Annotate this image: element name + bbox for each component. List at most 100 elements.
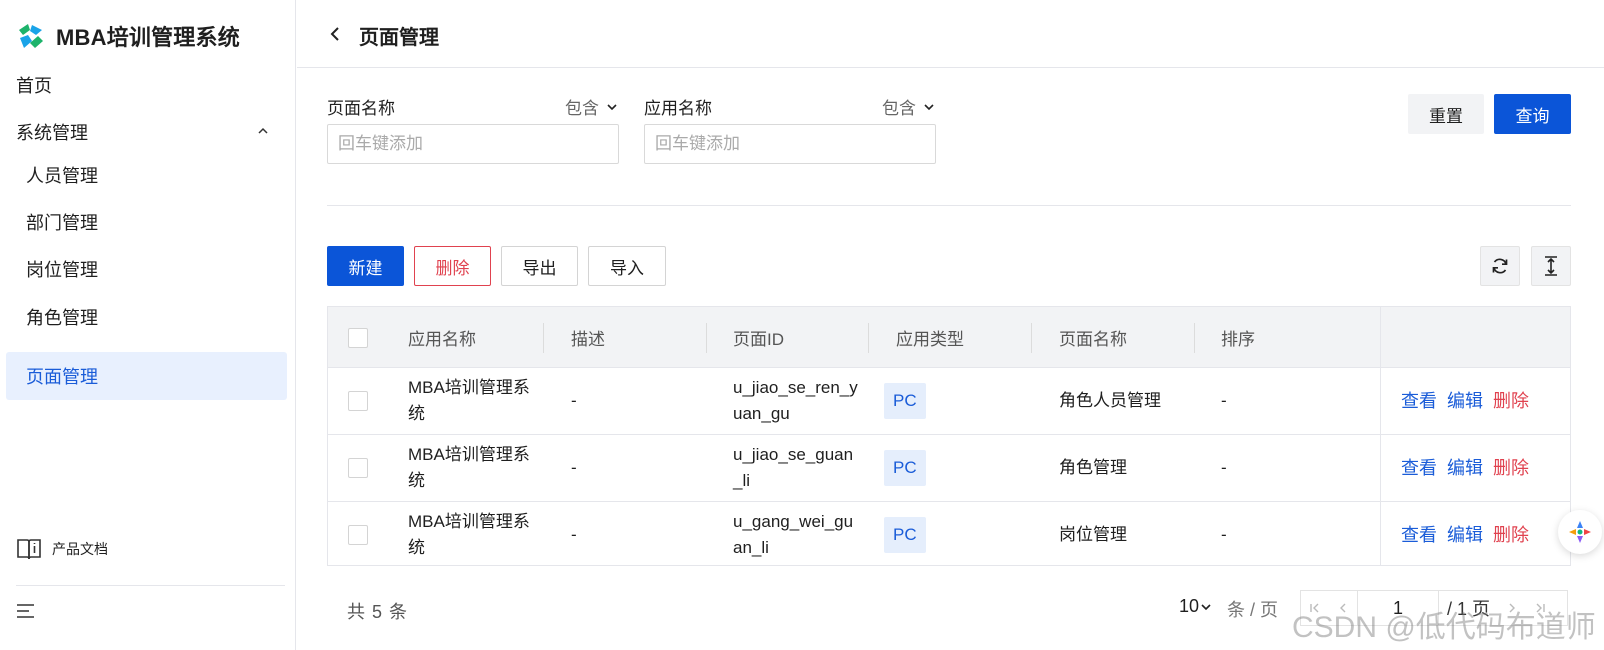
cell-description: - xyxy=(571,525,577,544)
delete-link[interactable]: 删除 xyxy=(1493,388,1529,414)
sidebar-item-label: 系统管理 xyxy=(16,123,88,143)
query-button[interactable]: 查询 xyxy=(1494,94,1571,134)
product-docs-link[interactable]: 产品文档 xyxy=(16,537,108,561)
page-header: 页面管理 xyxy=(297,0,1604,68)
cell-app-name: MBA培训管理系统 xyxy=(408,445,530,490)
new-button[interactable]: 新建 xyxy=(327,246,404,286)
actions-column: 查看 编辑 删除 查看 编辑 删除 查看 编辑 删除 xyxy=(1380,307,1570,565)
column-header-app-type: 应用类型 xyxy=(896,330,964,349)
delete-link[interactable]: 删除 xyxy=(1493,522,1529,548)
cell-sort: - xyxy=(1221,391,1227,410)
cell-sort: - xyxy=(1221,458,1227,477)
chevron-down-icon xyxy=(1201,603,1211,610)
filter-operator-select[interactable]: 包含 xyxy=(882,94,936,119)
row-actions: 查看 编辑 删除 xyxy=(1401,368,1539,434)
import-button[interactable]: 导入 xyxy=(588,246,666,286)
row-checkbox[interactable] xyxy=(348,525,368,545)
watermark: CSDN @低代码布道师 xyxy=(1292,611,1596,644)
row-actions: 查看 编辑 删除 xyxy=(1401,435,1539,501)
row-height-button[interactable] xyxy=(1531,246,1571,286)
assistant-logo-icon xyxy=(1569,521,1591,543)
sidebar-item-roles[interactable]: 角色管理 xyxy=(0,297,296,337)
page-title: 页面管理 xyxy=(359,27,439,49)
edit-link[interactable]: 编辑 xyxy=(1447,522,1483,548)
sidebar-item-positions[interactable]: 岗位管理 xyxy=(0,249,296,289)
column-header-sort: 排序 xyxy=(1221,330,1255,349)
page-size-value: 10 xyxy=(1179,596,1200,616)
sidebar-item-home[interactable]: 首页 xyxy=(0,65,296,105)
app-title: MBA培训管理系统 xyxy=(56,25,240,50)
edit-link[interactable]: 编辑 xyxy=(1447,455,1483,481)
column-separator xyxy=(543,323,544,353)
refresh-button[interactable] xyxy=(1480,246,1520,286)
column-separator xyxy=(1194,323,1195,353)
chevron-up-icon xyxy=(258,127,268,134)
column-header-page-name: 页面名称 xyxy=(1059,330,1127,349)
column-header-page-id: 页面ID xyxy=(733,330,784,349)
cell-app-name: MBA培训管理系统 xyxy=(408,378,530,423)
sidebar-item-label: 岗位管理 xyxy=(26,260,98,280)
select-all-checkbox[interactable] xyxy=(348,328,368,348)
page-size-select[interactable]: 10 xyxy=(1179,596,1213,617)
chevron-down-icon xyxy=(924,103,934,110)
sidebar-item-pages[interactable]: 页面管理 xyxy=(6,352,287,400)
view-link[interactable]: 查看 xyxy=(1401,455,1437,481)
cell-page-name: 岗位管理 xyxy=(1059,525,1127,544)
refresh-icon xyxy=(1492,258,1508,274)
view-link[interactable]: 查看 xyxy=(1401,388,1437,414)
book-icon xyxy=(17,539,41,560)
app-name-input[interactable] xyxy=(644,124,936,164)
chevron-down-icon xyxy=(607,103,617,110)
page-name-input[interactable] xyxy=(327,124,619,164)
back-arrow-icon[interactable] xyxy=(327,24,343,44)
pages-table: 应用名称 描述 页面ID 应用类型 页面名称 排序 操作 MBA培训管理系统 -… xyxy=(327,306,1571,566)
filter-label: 应用名称 xyxy=(644,99,712,118)
filter-operator-value: 包含 xyxy=(882,99,916,118)
column-separator xyxy=(868,323,869,353)
filter-app-name: 应用名称 包含 xyxy=(644,94,936,164)
assistant-float-button[interactable] xyxy=(1558,510,1602,554)
cell-page-id: u_jiao_se_guan_li xyxy=(733,445,854,490)
cell-page-name: 角色人员管理 xyxy=(1059,391,1161,410)
cell-app-name: MBA培训管理系统 xyxy=(408,512,530,557)
total-count: 共 5 条 xyxy=(347,602,409,622)
menu-collapse-icon[interactable] xyxy=(16,602,36,620)
filter-operator-select[interactable]: 包含 xyxy=(565,94,619,119)
row-checkbox[interactable] xyxy=(348,458,368,478)
cell-description: - xyxy=(571,391,577,410)
column-separator xyxy=(706,323,707,353)
reset-button[interactable]: 重置 xyxy=(1408,94,1484,134)
delete-link[interactable]: 删除 xyxy=(1493,455,1529,481)
export-button[interactable]: 导出 xyxy=(501,246,578,286)
row-checkbox[interactable] xyxy=(348,391,368,411)
delete-button[interactable]: 删除 xyxy=(414,246,491,286)
column-separator xyxy=(1031,323,1032,353)
filter-page-name: 页面名称 包含 xyxy=(327,94,619,164)
sidebar-item-label: 页面管理 xyxy=(26,367,98,387)
cell-description: - xyxy=(571,458,577,477)
app-type-tag: PC xyxy=(884,450,926,486)
filter-label: 页面名称 xyxy=(327,99,395,118)
filter-operator-value: 包含 xyxy=(565,99,599,118)
app-root: MBA培训管理系统 首页 系统管理 人员管理 部门管理 岗位管理 角色管理 页面… xyxy=(0,0,1604,650)
sidebar-divider xyxy=(16,585,285,586)
brand: MBA培训管理系统 xyxy=(16,20,240,52)
cell-page-id: u_gang_wei_guan_li xyxy=(733,512,854,557)
sidebar: MBA培训管理系统 首页 系统管理 人员管理 部门管理 岗位管理 角色管理 页面… xyxy=(0,0,296,650)
cell-sort: - xyxy=(1221,525,1227,544)
row-actions: 查看 编辑 删除 xyxy=(1401,502,1539,565)
app-logo-icon xyxy=(19,24,43,48)
product-docs-label: 产品文档 xyxy=(52,541,108,557)
sidebar-item-departments[interactable]: 部门管理 xyxy=(0,202,296,242)
sidebar-item-label: 首页 xyxy=(16,76,52,96)
view-link[interactable]: 查看 xyxy=(1401,522,1437,548)
edit-link[interactable]: 编辑 xyxy=(1447,388,1483,414)
page-size-unit: 条 / 页 xyxy=(1227,600,1279,620)
app-type-tag: PC xyxy=(884,517,926,553)
row-height-icon xyxy=(1545,256,1557,276)
sidebar-item-system-management[interactable]: 系统管理 xyxy=(0,112,296,152)
cell-page-id: u_jiao_se_ren_yuan_gu xyxy=(733,378,858,423)
sidebar-item-label: 角色管理 xyxy=(26,308,98,328)
sidebar-item-personnel[interactable]: 人员管理 xyxy=(0,155,296,195)
sidebar-item-label: 人员管理 xyxy=(26,166,98,186)
